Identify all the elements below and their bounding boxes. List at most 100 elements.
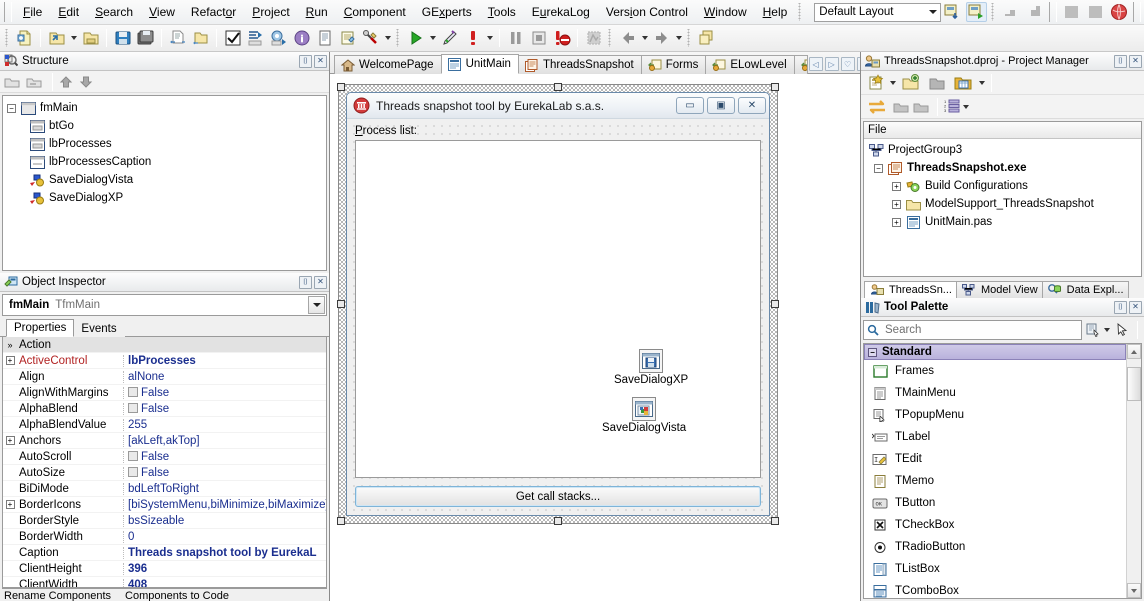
apply-layout-icon[interactable] xyxy=(965,2,988,22)
scroll-up-icon[interactable] xyxy=(1127,344,1141,359)
close-icon[interactable]: ✕ xyxy=(314,275,327,289)
program-reset-button[interactable] xyxy=(550,27,573,49)
pin-icon[interactable]: ⌷ xyxy=(299,275,312,289)
menu-file[interactable]: File xyxy=(15,1,50,23)
property-value[interactable]: 396 xyxy=(123,562,326,575)
resize-grip-top[interactable] xyxy=(554,83,562,91)
search-input[interactable]: Search xyxy=(882,324,1081,336)
tools-dropdown-arrow[interactable] xyxy=(382,27,393,49)
palette-filter-dropdown-arrow[interactable] xyxy=(1101,319,1112,341)
property-row[interactable]: BorderWidth 0 xyxy=(3,529,326,545)
structure-node-savedialogxp[interactable]: SaveDialogXP xyxy=(3,189,326,207)
palette-item-frames[interactable]: Frames xyxy=(864,360,1126,382)
checkbox-icon[interactable] xyxy=(128,450,138,461)
property-value[interactable]: [biSystemMenu,biMinimize,biMaximize] xyxy=(123,498,326,511)
checkbox-icon[interactable] xyxy=(128,402,138,413)
form-designer-surface[interactable]: Threads snapshot tool by EurekaLab s.a.s… xyxy=(330,74,860,601)
resize-grip-bottom[interactable] xyxy=(554,517,562,525)
run-without-debug-button[interactable] xyxy=(438,27,461,49)
forward-dropdown-arrow[interactable] xyxy=(673,27,684,49)
object-selector-combo[interactable]: fmMain TfmMain xyxy=(2,294,327,316)
minimize-button[interactable]: ▭ xyxy=(676,97,704,114)
property-row[interactable]: AutoSize False xyxy=(3,465,326,481)
tab-unitmain[interactable]: UnitMain xyxy=(440,54,519,74)
view-unit-button[interactable] xyxy=(313,27,336,49)
property-value-wrap[interactable]: False xyxy=(123,402,326,415)
project-tree[interactable]: File ProjectGroup3 − ThreadsSnapshot.exe… xyxy=(863,121,1142,277)
palette-item-tmemo[interactable]: TMemo xyxy=(864,470,1126,492)
palette-item-tcheckbox[interactable]: TCheckBox xyxy=(864,514,1126,536)
tab-forms[interactable]: Forms xyxy=(640,55,707,74)
structure-tree[interactable]: − fmMain btGo lbProcesses lbProcessesCap… xyxy=(2,95,327,271)
sort-to-button[interactable] xyxy=(244,27,267,49)
rename-components-link[interactable]: Rename Components xyxy=(4,590,111,601)
component-savedialogvista[interactable]: SaveDialogVista xyxy=(602,397,686,434)
add-file-button[interactable] xyxy=(166,27,189,49)
pin-icon[interactable]: ⌷ xyxy=(1114,54,1127,68)
collapse-all-icon[interactable] xyxy=(4,75,20,89)
layout-combo[interactable]: Default Layout xyxy=(814,2,941,22)
process-listbox[interactable]: SaveDialogXP SaveDialogVista xyxy=(355,140,761,478)
menu-run[interactable]: Run xyxy=(298,1,336,23)
property-grid[interactable]: » Action + ActiveControl lbProcesses Ali… xyxy=(2,337,327,588)
property-row[interactable]: » Action xyxy=(3,337,326,353)
build-dropdown-arrow[interactable] xyxy=(976,72,987,94)
run-button[interactable] xyxy=(404,27,427,49)
palette-item-tmainmenu[interactable]: TMainMenu xyxy=(864,382,1126,404)
tab-threadssnapshot[interactable]: ThreadsSnapshot xyxy=(517,55,642,74)
stop-button[interactable] xyxy=(527,27,550,49)
close-button[interactable]: ✕ xyxy=(738,97,766,114)
tab-welcomepage[interactable]: WelcomePage xyxy=(334,55,442,74)
project-node-unitmain-pas[interactable]: + UnitMain.pas xyxy=(864,213,1141,231)
project-node-projectgroup3[interactable]: ProjectGroup3 xyxy=(864,141,1141,159)
new-item-button[interactable] xyxy=(13,27,36,49)
palette-filter-icon[interactable] xyxy=(1086,323,1101,337)
tool-palette-search[interactable]: Search xyxy=(863,320,1082,340)
property-value[interactable]: 0 xyxy=(123,530,326,543)
expander-icon[interactable]: + xyxy=(892,217,901,227)
sync-icon[interactable] xyxy=(867,99,887,115)
property-value-wrap[interactable]: False xyxy=(123,466,326,479)
resize-grip-bottom-right[interactable] xyxy=(771,517,779,525)
project-node-modelsupport[interactable]: + ModelSupport_ThreadsSnapshot xyxy=(864,195,1141,213)
row-expander[interactable]: + xyxy=(3,356,17,365)
save-button[interactable] xyxy=(111,27,134,49)
pin-icon[interactable]: ⌷ xyxy=(1114,300,1127,314)
sort-order-icon[interactable]: 1 2 3 xyxy=(944,99,960,114)
open-project-button[interactable] xyxy=(45,27,68,49)
resize-grip-top-right[interactable] xyxy=(771,83,779,91)
palette-item-tlabel[interactable]: TLabel xyxy=(864,426,1126,448)
designed-form-window[interactable]: Threads snapshot tool by EurekaLab s.a.s… xyxy=(346,92,770,516)
maximize-button[interactable]: ▣ xyxy=(707,97,735,114)
property-row[interactable]: AlphaBlendValue 255 xyxy=(3,417,326,433)
save-layout-icon[interactable] xyxy=(942,2,964,22)
navigate-forward-button[interactable] xyxy=(650,27,673,49)
toolbar-gripper-4[interactable] xyxy=(686,29,692,47)
configure-button[interactable] xyxy=(267,27,290,49)
close-icon[interactable]: ✕ xyxy=(314,54,327,68)
tab-events[interactable]: Events xyxy=(73,320,125,337)
property-value-wrap[interactable]: False xyxy=(123,386,326,399)
palette-item-tedit[interactable]: I TEdit xyxy=(864,448,1126,470)
project-node-build-configurations[interactable]: + Build Configurations xyxy=(864,177,1141,195)
structure-node-btgo[interactable]: btGo xyxy=(3,117,326,135)
eurekalog-globe-icon[interactable] xyxy=(1108,2,1130,22)
check-button[interactable] xyxy=(221,27,244,49)
expander-icon[interactable]: + xyxy=(892,199,901,209)
info-button[interactable] xyxy=(290,27,313,49)
tab-elowlevel[interactable]: ELowLevel xyxy=(705,55,795,74)
add-to-project-icon[interactable] xyxy=(902,74,920,91)
pin-icon[interactable]: ⌷ xyxy=(299,54,312,68)
menu-help[interactable]: Help xyxy=(755,1,796,23)
structure-node-lbprocesses[interactable]: lbProcesses xyxy=(3,135,326,153)
property-row[interactable]: BiDiMode bdLeftToRight xyxy=(3,481,326,497)
toolbar-gripper-1[interactable] xyxy=(4,29,10,47)
resize-grip-right[interactable] xyxy=(771,300,779,308)
property-value[interactable]: bdLeftToRight xyxy=(123,482,326,495)
resize-grip-bottom-left[interactable] xyxy=(337,517,345,525)
save-all-button[interactable] xyxy=(134,27,157,49)
property-row[interactable]: + ActiveControl lbProcesses xyxy=(3,353,326,369)
property-value[interactable]: Threads snapshot tool by EurekaL xyxy=(123,546,326,559)
chevron-down-icon[interactable] xyxy=(308,296,325,314)
menu-view[interactable]: View xyxy=(141,1,183,23)
